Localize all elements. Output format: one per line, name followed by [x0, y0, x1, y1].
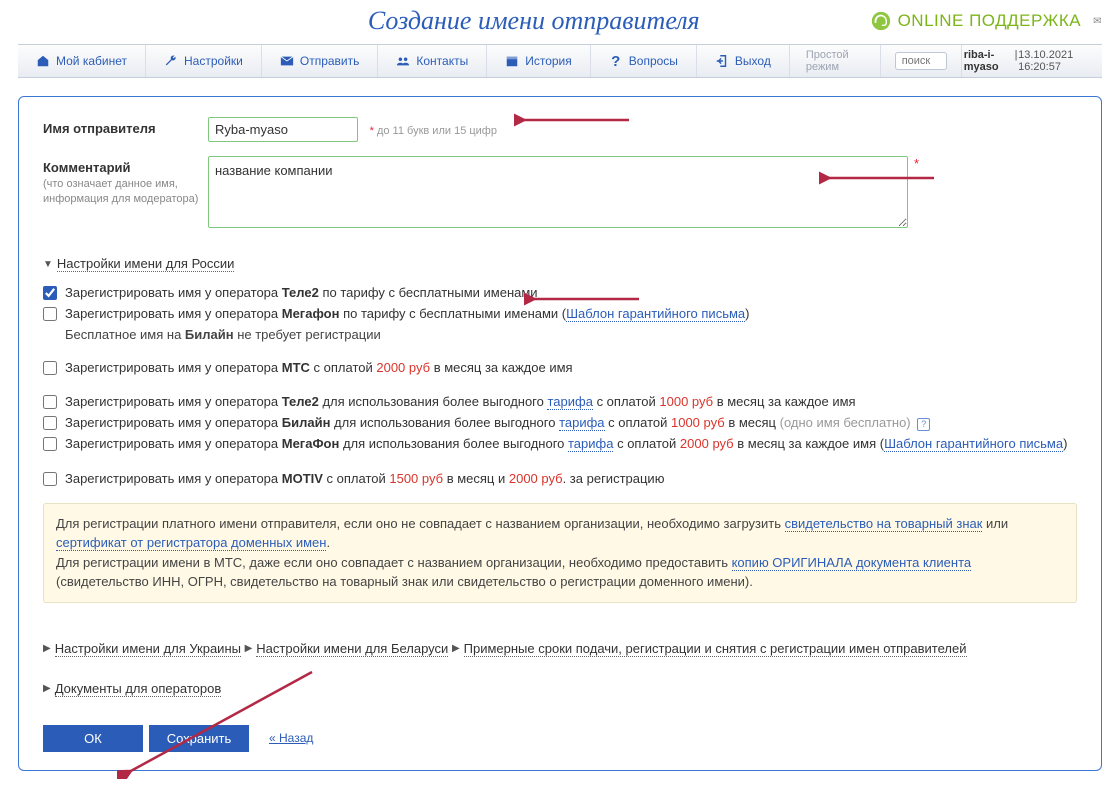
annotation-arrow [514, 111, 634, 129]
section-russia-toggle[interactable]: ▼ Настройки имени для России [43, 256, 234, 272]
link-letter-template[interactable]: Шаблон гарантийного письма [566, 306, 745, 322]
annotation-arrow [524, 290, 644, 308]
sender-name-input[interactable] [208, 117, 358, 142]
checkbox-motiv[interactable] [43, 472, 57, 486]
checkbox-beeline-paid[interactable] [43, 416, 57, 430]
main-navbar: Мой кабинет Настройки Отправить Контакты… [18, 44, 1102, 78]
user-info: riba-i-myaso | 13.10.2021 16:20:57 [961, 45, 1102, 77]
info-box: Для регистрации платного имени отправите… [43, 503, 1077, 603]
contacts-icon [396, 54, 410, 68]
nav-send[interactable]: Отправить [262, 45, 379, 77]
nav-my-account[interactable]: Мой кабинет [18, 45, 146, 77]
sender-name-label: Имя отправителя [43, 117, 208, 136]
comment-label: Комментарий (что означает данное имя, ин… [43, 156, 208, 207]
calendar-icon [505, 54, 519, 68]
annotation-arrow [117, 669, 317, 779]
link-letter-template[interactable]: Шаблон гарантийного письма [884, 436, 1063, 452]
headset-icon [870, 10, 892, 32]
page-title: Создание имени отправителя [198, 6, 870, 36]
nav-help[interactable]: ?Вопросы [591, 45, 697, 77]
link-tariff[interactable]: тарифа [568, 436, 613, 452]
wrench-icon [164, 54, 178, 68]
search-input[interactable] [895, 52, 947, 70]
section-timing-toggle[interactable]: ▶Примерные сроки подачи, регистрации и с… [452, 641, 967, 657]
sender-name-hint: * до 11 букв или 15 цифр [370, 125, 497, 137]
section-ukraine-toggle[interactable]: ▶Настройки имени для Украины [43, 641, 241, 657]
link-trademark-cert[interactable]: свидетельство на товарный знак [785, 516, 983, 532]
caret-down-icon: ▼ [43, 259, 53, 270]
checkbox-mts-paid[interactable] [43, 361, 57, 375]
home-icon [36, 54, 50, 68]
nav-contacts[interactable]: Контакты [378, 45, 487, 77]
caret-right-icon: ▶ [245, 643, 253, 654]
link-tariff[interactable]: тарифа [559, 415, 604, 431]
caret-right-icon: ▶ [43, 643, 51, 654]
form-panel: Имя отправителя * до 11 букв или 15 цифр… [18, 96, 1102, 771]
mail-icon[interactable]: ✉ [1093, 16, 1102, 27]
checkbox-tele2-paid[interactable] [43, 395, 57, 409]
link-tariff[interactable]: тарифа [547, 394, 592, 410]
mode-label[interactable]: Простой режим [790, 45, 881, 77]
section-belarus-toggle[interactable]: ▶Настройки имени для Беларуси [245, 641, 449, 657]
checkbox-megafon-paid[interactable] [43, 437, 57, 451]
comment-input[interactable] [208, 156, 908, 228]
online-support-link[interactable]: ONLINE ПОДДЕРЖКА ✉ [870, 10, 1102, 32]
link-original-doc-copy[interactable]: копию ОРИГИНАЛА документа клиента [732, 555, 972, 571]
checkbox-tele2-free[interactable] [43, 286, 57, 300]
caret-right-icon: ▶ [452, 643, 460, 654]
question-icon: ? [609, 54, 623, 68]
envelope-icon [280, 54, 294, 68]
exit-icon [715, 54, 729, 68]
nav-history[interactable]: История [487, 45, 591, 77]
nav-exit[interactable]: Выход [697, 45, 790, 77]
caret-right-icon: ▶ [43, 683, 51, 694]
russia-settings-body: Зарегистрировать имя у оператора Теле2 п… [43, 284, 1077, 603]
help-icon[interactable]: ? [917, 418, 930, 431]
checkbox-megafon-free[interactable] [43, 307, 57, 321]
link-domain-registrar-cert[interactable]: сертификат от регистратора доменных имен [56, 535, 326, 551]
nav-settings[interactable]: Настройки [146, 45, 262, 77]
annotation-arrow [819, 169, 939, 187]
